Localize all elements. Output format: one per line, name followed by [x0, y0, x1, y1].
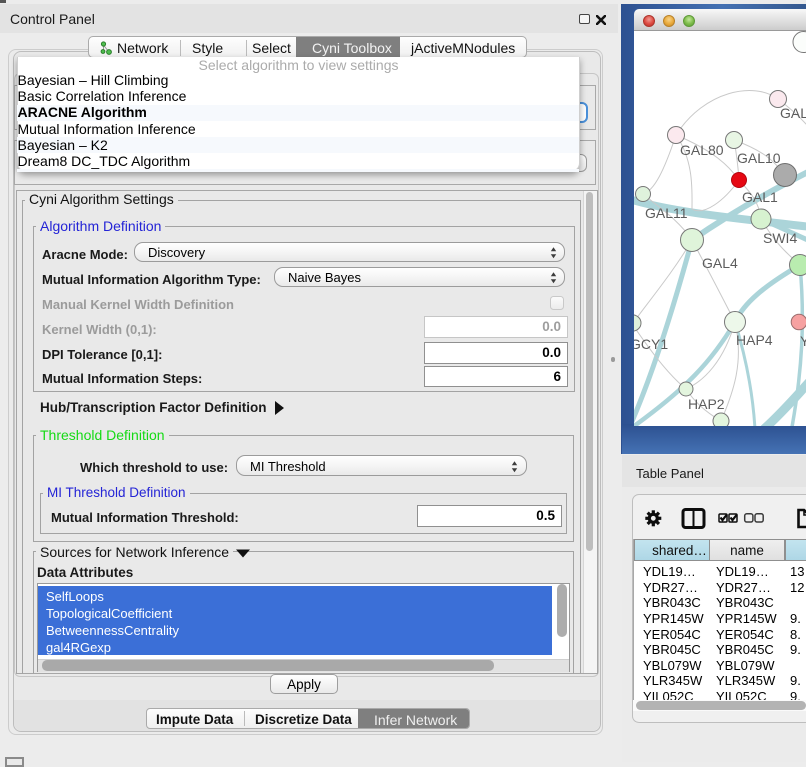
svg-text:Y: Y — [800, 333, 806, 349]
svg-text:GAL80: GAL80 — [680, 142, 724, 158]
svg-text:GAL11: GAL11 — [645, 205, 688, 221]
svg-text:SWI4: SWI4 — [763, 230, 797, 246]
svg-text:GAL10: GAL10 — [737, 150, 781, 166]
svg-text:HAP2: HAP2 — [688, 396, 725, 412]
svg-text:GAL: GAL — [780, 105, 806, 121]
svg-text:GAL1: GAL1 — [742, 189, 778, 205]
svg-text:GAL4: GAL4 — [702, 255, 738, 271]
svg-text:HAP4: HAP4 — [736, 332, 773, 348]
svg-text:GCY1: GCY1 — [634, 336, 668, 352]
